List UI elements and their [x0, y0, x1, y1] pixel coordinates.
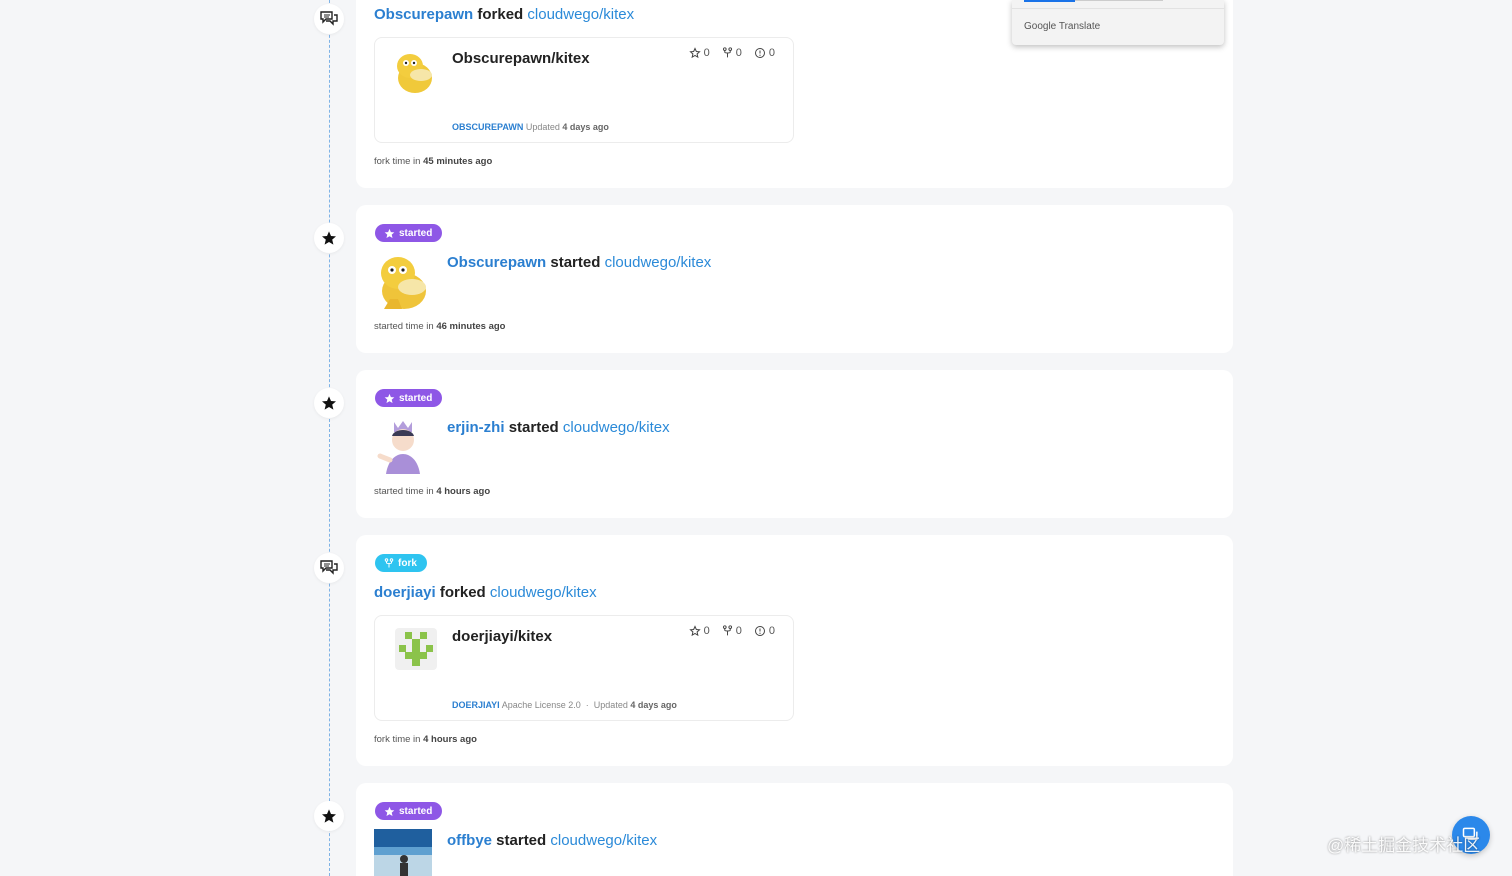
issue-icon [754, 626, 765, 636]
user-link[interactable]: Obscurepawn [374, 6, 473, 23]
event-verb: started [496, 832, 547, 849]
status-badge: fork [375, 554, 427, 572]
repo-link[interactable]: cloudwego/kitex [550, 832, 657, 849]
star-icon [314, 223, 344, 253]
event-headline: doerjiayi forked cloudwego/kitex [374, 584, 597, 601]
avatar [391, 48, 439, 96]
star-icon [314, 801, 344, 831]
watermark: @稀土掘金技术社区 [1327, 836, 1481, 855]
issues-count: 0 [754, 47, 775, 59]
repo-meta: DOERJIAYI Apache License 2.0 · Updated 4… [452, 700, 677, 710]
event-time: fork time in 4 hours ago [374, 734, 477, 745]
forks-count: 0 [722, 625, 742, 637]
stars-count: 0 [688, 47, 710, 59]
repo-name[interactable]: Obscurepawn/kitex [452, 50, 590, 67]
user-link[interactable]: offbye [447, 832, 492, 849]
star-icon [688, 625, 701, 637]
star-icon [314, 388, 344, 418]
avatar[interactable] [374, 251, 432, 309]
feed-card-started [356, 783, 1233, 876]
translate-tab-indicator [1024, 0, 1075, 2]
stars-count: 0 [688, 625, 710, 637]
event-headline: Obscurepawn started cloudwego/kitex [447, 254, 711, 271]
comments-icon [314, 553, 344, 583]
event-headline: erjin-zhi started cloudwego/kitex [447, 419, 670, 436]
avatar[interactable] [374, 829, 432, 876]
user-link[interactable]: erjin-zhi [447, 419, 505, 436]
repo-link[interactable]: cloudwego/kitex [527, 6, 634, 23]
fork-icon [384, 557, 394, 567]
fork-icon [722, 47, 732, 58]
user-link[interactable]: doerjiayi [374, 584, 436, 601]
status-badge: started [375, 802, 443, 820]
repo-stats: 0 0 0 [688, 625, 775, 637]
event-headline: Obscurepawn forked cloudwego/kitex [374, 6, 634, 23]
event-verb: started [508, 419, 559, 436]
star-icon [384, 228, 395, 238]
issue-icon [754, 48, 765, 58]
repo-link[interactable]: cloudwego/kitex [605, 254, 712, 271]
status-badge: started [375, 389, 443, 407]
event-verb: started [550, 254, 601, 271]
status-badge: started [375, 224, 443, 242]
repo-license: Apache License 2.0 [501, 700, 581, 710]
star-icon [384, 806, 395, 816]
repo-link[interactable]: cloudwego/kitex [490, 584, 597, 601]
repo-owner[interactable]: OBSCUREPAWN [452, 122, 523, 132]
google-translate-popup[interactable]: Google Translate [1012, 0, 1224, 45]
forks-count: 0 [722, 47, 742, 59]
star-icon [688, 47, 701, 59]
event-time: fork time in 45 minutes ago [374, 156, 493, 167]
event-time: started time in 4 hours ago [374, 486, 491, 497]
translate-divider [1012, 8, 1224, 9]
repo-meta: OBSCUREPAWN Updated 4 days ago [452, 122, 609, 132]
issues-count: 0 [754, 625, 775, 637]
comments-icon [314, 4, 344, 34]
google-translate-label: Google Translate [1024, 21, 1101, 32]
repo-link[interactable]: cloudwego/kitex [563, 419, 670, 436]
event-time: started time in 46 minutes ago [374, 321, 506, 332]
timeline-line [329, 0, 330, 876]
event-verb: forked [439, 584, 486, 601]
repo-card[interactable]: Obscurepawn/kitex 0 0 0 OBSCUREPAWN Upda… [374, 37, 794, 143]
event-verb: forked [477, 6, 524, 23]
user-link[interactable]: Obscurepawn [447, 254, 546, 271]
repo-card[interactable]: doerjiayi/kitex 0 0 0 DOERJIAYI Apache L… [374, 615, 794, 721]
fork-icon [722, 625, 732, 636]
translate-tab-divider [1075, 0, 1163, 1]
avatar[interactable] [374, 416, 432, 474]
event-headline: offbye started cloudwego/kitex [447, 832, 657, 849]
star-icon [384, 393, 395, 403]
repo-name[interactable]: doerjiayi/kitex [452, 628, 552, 645]
avatar [395, 628, 437, 670]
repo-stats: 0 0 0 [688, 47, 775, 59]
repo-owner[interactable]: DOERJIAYI [452, 700, 500, 710]
